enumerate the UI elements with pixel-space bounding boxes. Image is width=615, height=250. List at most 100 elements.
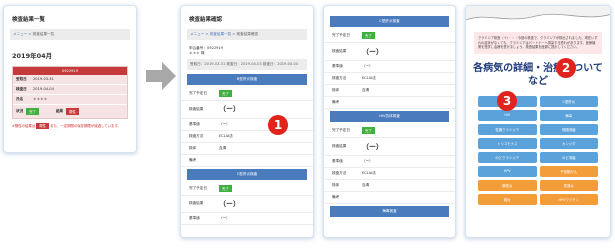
row-label: 備考 (189, 157, 197, 162)
disease-link-button[interactable]: C型肝炎 (539, 95, 598, 107)
info-row-label: 受取日 (16, 77, 27, 81)
row-label: 検査結果 (332, 144, 347, 148)
row-done-date: 完了予定日 完了 (324, 29, 455, 43)
result-positive-badge: 陽性 (66, 108, 79, 115)
row-result: 検査結果 （ー） (324, 138, 455, 156)
row-standard: 基準値 （ー） (181, 213, 313, 225)
marker-1: 1 (268, 115, 288, 135)
row-standard: 基準値 （ー） (181, 119, 313, 131)
disease-link-button[interactable]: 性器クラミジア (478, 123, 537, 135)
application-meta: 申込番号：0922919 ＊＊＊ 様 (181, 40, 313, 59)
info-row-value: 2019-03-31 (33, 77, 54, 81)
row-label: 完了予定日 (189, 90, 207, 95)
standard-value: （ー） (362, 159, 373, 163)
row-done-date: 完了予定日 完了 (181, 87, 313, 101)
row-label: 検査結果 (332, 49, 347, 53)
section-header-syphilis: 梅毒検査 (330, 206, 449, 217)
note-text-b: また、一定期間の保存期限が経過しています。 (50, 124, 121, 128)
page-title: 検査結果一覧 (12, 17, 46, 23)
disease-link-button[interactable]: 膣炎 (478, 193, 537, 205)
row-standard: 基準値 （ー） (324, 156, 455, 168)
row-remark: 備考 (181, 155, 313, 167)
row-label: 完了予定日 (332, 33, 350, 37)
marker-3: 3 (497, 91, 517, 111)
row-label: 検体 (332, 88, 340, 92)
positive-note: ※陽性の結果は 陽性 また、一定期間の保存期限が経過しています。 (4, 119, 136, 134)
disease-link-button[interactable]: 梅毒 (539, 109, 598, 121)
standard-value: （ー） (219, 121, 230, 126)
info-row: 検査日 2019-04-04 (13, 85, 127, 95)
disease-link-button[interactable]: トリコモナス (478, 137, 537, 149)
row-standard: 基準値 （ー） (324, 61, 455, 73)
breadcrumb: メニュー > 検査結果一覧 (10, 29, 130, 40)
disease-link-button[interactable]: のど淋菌 (539, 151, 598, 163)
row-result: 検査結果 （ー） (181, 101, 313, 119)
note-text-a: ※陽性の結果は (12, 124, 36, 128)
disease-link-button[interactable]: HIV (478, 109, 537, 121)
result-value: （ー） (219, 199, 240, 208)
result-card[interactable]: 0922919 受取日 2019-03-31 検査日 2019-04-04 氏名 ＊＊… (12, 66, 128, 119)
disease-link-button[interactable]: のどクラミジア (478, 151, 537, 163)
done-badge: 完了 (219, 89, 232, 97)
torn-edge-decoration (466, 6, 610, 21)
chlamydia-notice: クラミジア検査（＋）・・・今回の検査で、クラミジアが検出されました。現在いずれの… (474, 32, 602, 54)
result-label: 結果 (55, 109, 64, 113)
result-detail-continued-screen: C型肝炎検査 完了予定日 完了 検査結果 （ー） 基準値 （ー） 検査方法 ECLIA法… (323, 5, 456, 238)
row-method: 検査方法 ECLIA法 (324, 168, 455, 180)
disease-link-button[interactable]: HPVワクチン (539, 193, 598, 205)
dates-bar: 受取日：2019-03-31 検査日：2019-04-03 検査日：2019-0… (187, 58, 307, 70)
disease-link-button[interactable]: 膀胱炎 (478, 179, 537, 191)
row-done-date: 完了予定日 完了 (324, 124, 455, 138)
disease-info-screen: クラミジア検査（＋）・・・今回の検査で、クラミジアが検出されました。現在いずれの… (465, 5, 611, 238)
row-label: 検査結果 (189, 201, 204, 206)
row-remark: 備考 (324, 192, 455, 204)
disease-link-button[interactable]: HPV (478, 165, 537, 177)
breadcrumb-list-link[interactable]: > 検査結果一覧 (204, 32, 232, 36)
row-method: 検査方法 ECLIA法 (181, 131, 313, 143)
done-badge: 完了 (362, 127, 375, 134)
row-method: 検査方法 ECLIA法 (324, 73, 455, 85)
row-label: 検査結果 (189, 106, 204, 111)
result-value: （ー） (362, 142, 383, 151)
status-label: 状況 (16, 109, 24, 113)
row-label: 備考 (332, 195, 340, 199)
done-badge: 完了 (219, 184, 232, 192)
disease-link-button[interactable]: 咽頭淋菌 (539, 123, 598, 135)
disease-link-grid: B型肝炎C型肝炎HIV梅毒性器クラミジア咽頭淋菌トリコモナスカンジダのどクラミジ… (466, 92, 610, 209)
specimen-value: 血清 (362, 88, 370, 92)
disease-link-button[interactable]: 尿道炎 (539, 179, 598, 191)
section-header-hiv: HIV抗体検査 (330, 111, 449, 122)
row-done-date: 完了予定日 完了 (181, 182, 313, 196)
breadcrumb-current: > 検査結果確認 (231, 32, 259, 36)
breadcrumb-menu-link[interactable]: メニュー (190, 32, 204, 36)
row-remark: 備考 (324, 97, 455, 109)
disease-info-heading: 各病気の詳細・治療について など (473, 62, 603, 87)
specimen-value: 血清 (219, 145, 227, 150)
row-specimen: 検体 血清 (324, 85, 455, 97)
row-label: 完了予定日 (189, 185, 207, 190)
row-label: 備考 (332, 100, 340, 104)
month-heading: 2019年04月 (12, 52, 53, 60)
result-value: （ー） (362, 47, 383, 56)
disease-link-button[interactable]: カンジダ (539, 137, 598, 149)
row-label: 基準値 (332, 159, 343, 163)
section-header-hepatitis-c: C型肝炎検査 (330, 16, 449, 27)
status-row: 状況 完了 結果 陽性 (13, 105, 127, 118)
disease-link-button[interactable]: 子宮頸がん (539, 165, 598, 177)
result-list-screen: 検査結果一覧 メニュー > 検査結果一覧 2019年04月 0922919 受取… (3, 5, 137, 153)
breadcrumb-current: > 検査結果一覧 (27, 32, 55, 36)
method-value: ECLIA法 (362, 76, 376, 80)
breadcrumb: メニュー > 検査結果一覧 > 検査結果確認 (187, 29, 307, 40)
method-value: ECLIA法 (219, 133, 233, 138)
info-row: 受取日 2019-03-31 (13, 75, 127, 85)
info-row-value: 2019-04-04 (33, 87, 54, 91)
row-label: 完了予定日 (332, 128, 350, 132)
row-result: 検査結果 （ー） (324, 43, 455, 61)
info-row-label: 検査日 (16, 87, 27, 91)
section-header-hepatitis-b: B型肝炎検査 (187, 73, 307, 85)
breadcrumb-menu-link[interactable]: メニュー (13, 32, 27, 36)
row-result: 検査結果 （ー） (181, 196, 313, 213)
row-label: 検査方法 (189, 133, 204, 138)
row-label: 検査方法 (332, 76, 347, 80)
row-label: 基準値 (189, 121, 200, 126)
